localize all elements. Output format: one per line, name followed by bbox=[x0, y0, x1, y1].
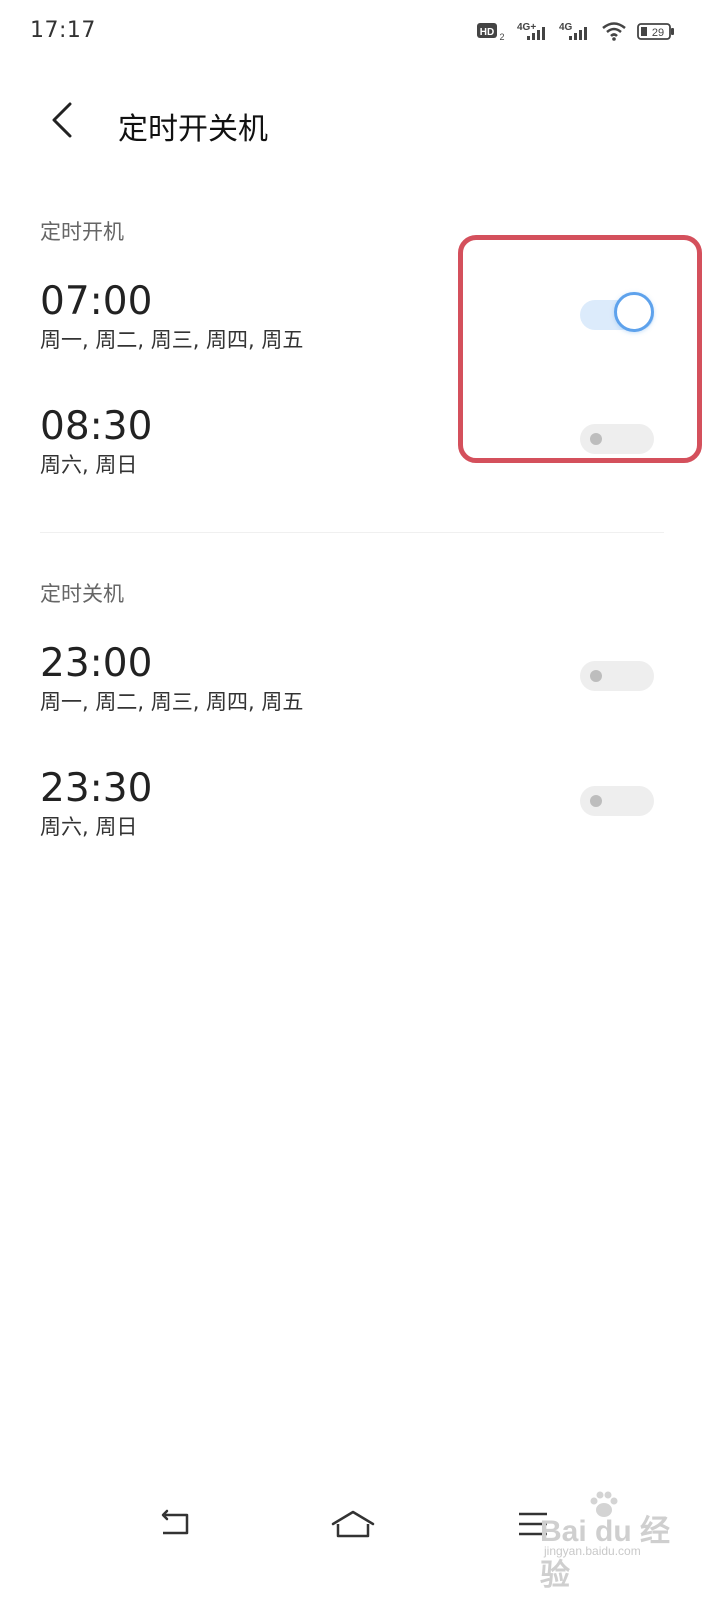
home-nav-button[interactable] bbox=[328, 1504, 378, 1548]
back-nav-icon bbox=[157, 1509, 193, 1543]
toggle-knob bbox=[614, 292, 654, 332]
svg-text:4G+: 4G+ bbox=[517, 22, 536, 33]
wifi-icon bbox=[601, 20, 627, 42]
page-title: 定时开关机 bbox=[118, 112, 268, 147]
item-days: 周一, 周二, 周三, 周四, 周五 bbox=[40, 690, 304, 714]
power-off-toggle-2300[interactable] bbox=[580, 661, 654, 691]
signal-4g-plus-icon: 4G+ bbox=[517, 20, 549, 42]
watermark: Bai du 经验 jingyan.baidu.com bbox=[540, 1490, 680, 1592]
home-nav-icon bbox=[330, 1508, 376, 1544]
svg-text:4G: 4G bbox=[559, 22, 573, 33]
back-nav-button[interactable] bbox=[150, 1504, 200, 1548]
svg-text:29: 29 bbox=[652, 27, 664, 39]
battery-icon: 29 bbox=[637, 20, 675, 42]
power-on-toggle-0700[interactable] bbox=[580, 292, 654, 332]
signal-4g-icon: 4G bbox=[559, 20, 591, 42]
svg-text:HD: HD bbox=[480, 27, 494, 38]
svg-text:2: 2 bbox=[499, 32, 504, 42]
status-icons: HD 2 4G+ 4G 29 bbox=[477, 20, 675, 42]
hd-icon: HD 2 bbox=[477, 20, 507, 42]
chevron-left-icon bbox=[50, 102, 74, 142]
power-off-toggle-2330[interactable] bbox=[580, 786, 654, 816]
item-days: 周六, 周日 bbox=[40, 453, 138, 477]
toggle-knob bbox=[590, 670, 602, 682]
item-days: 周一, 周二, 周三, 周四, 周五 bbox=[40, 328, 304, 352]
item-days: 周六, 周日 bbox=[40, 815, 138, 839]
status-time: 17:17 bbox=[30, 18, 96, 43]
divider bbox=[40, 532, 664, 533]
power-on-toggle-0830[interactable] bbox=[580, 424, 654, 454]
status-bar: 17:17 HD 2 4G+ 4G 29 bbox=[0, 0, 719, 66]
section-label-power-off: 定时关机 bbox=[40, 582, 124, 606]
section-label-power-on: 定时开机 bbox=[40, 220, 124, 244]
toggle-knob bbox=[590, 795, 602, 807]
back-button[interactable] bbox=[40, 100, 84, 144]
watermark-sub: jingyan.baidu.com bbox=[544, 1544, 641, 1558]
toggle-knob bbox=[590, 433, 602, 445]
